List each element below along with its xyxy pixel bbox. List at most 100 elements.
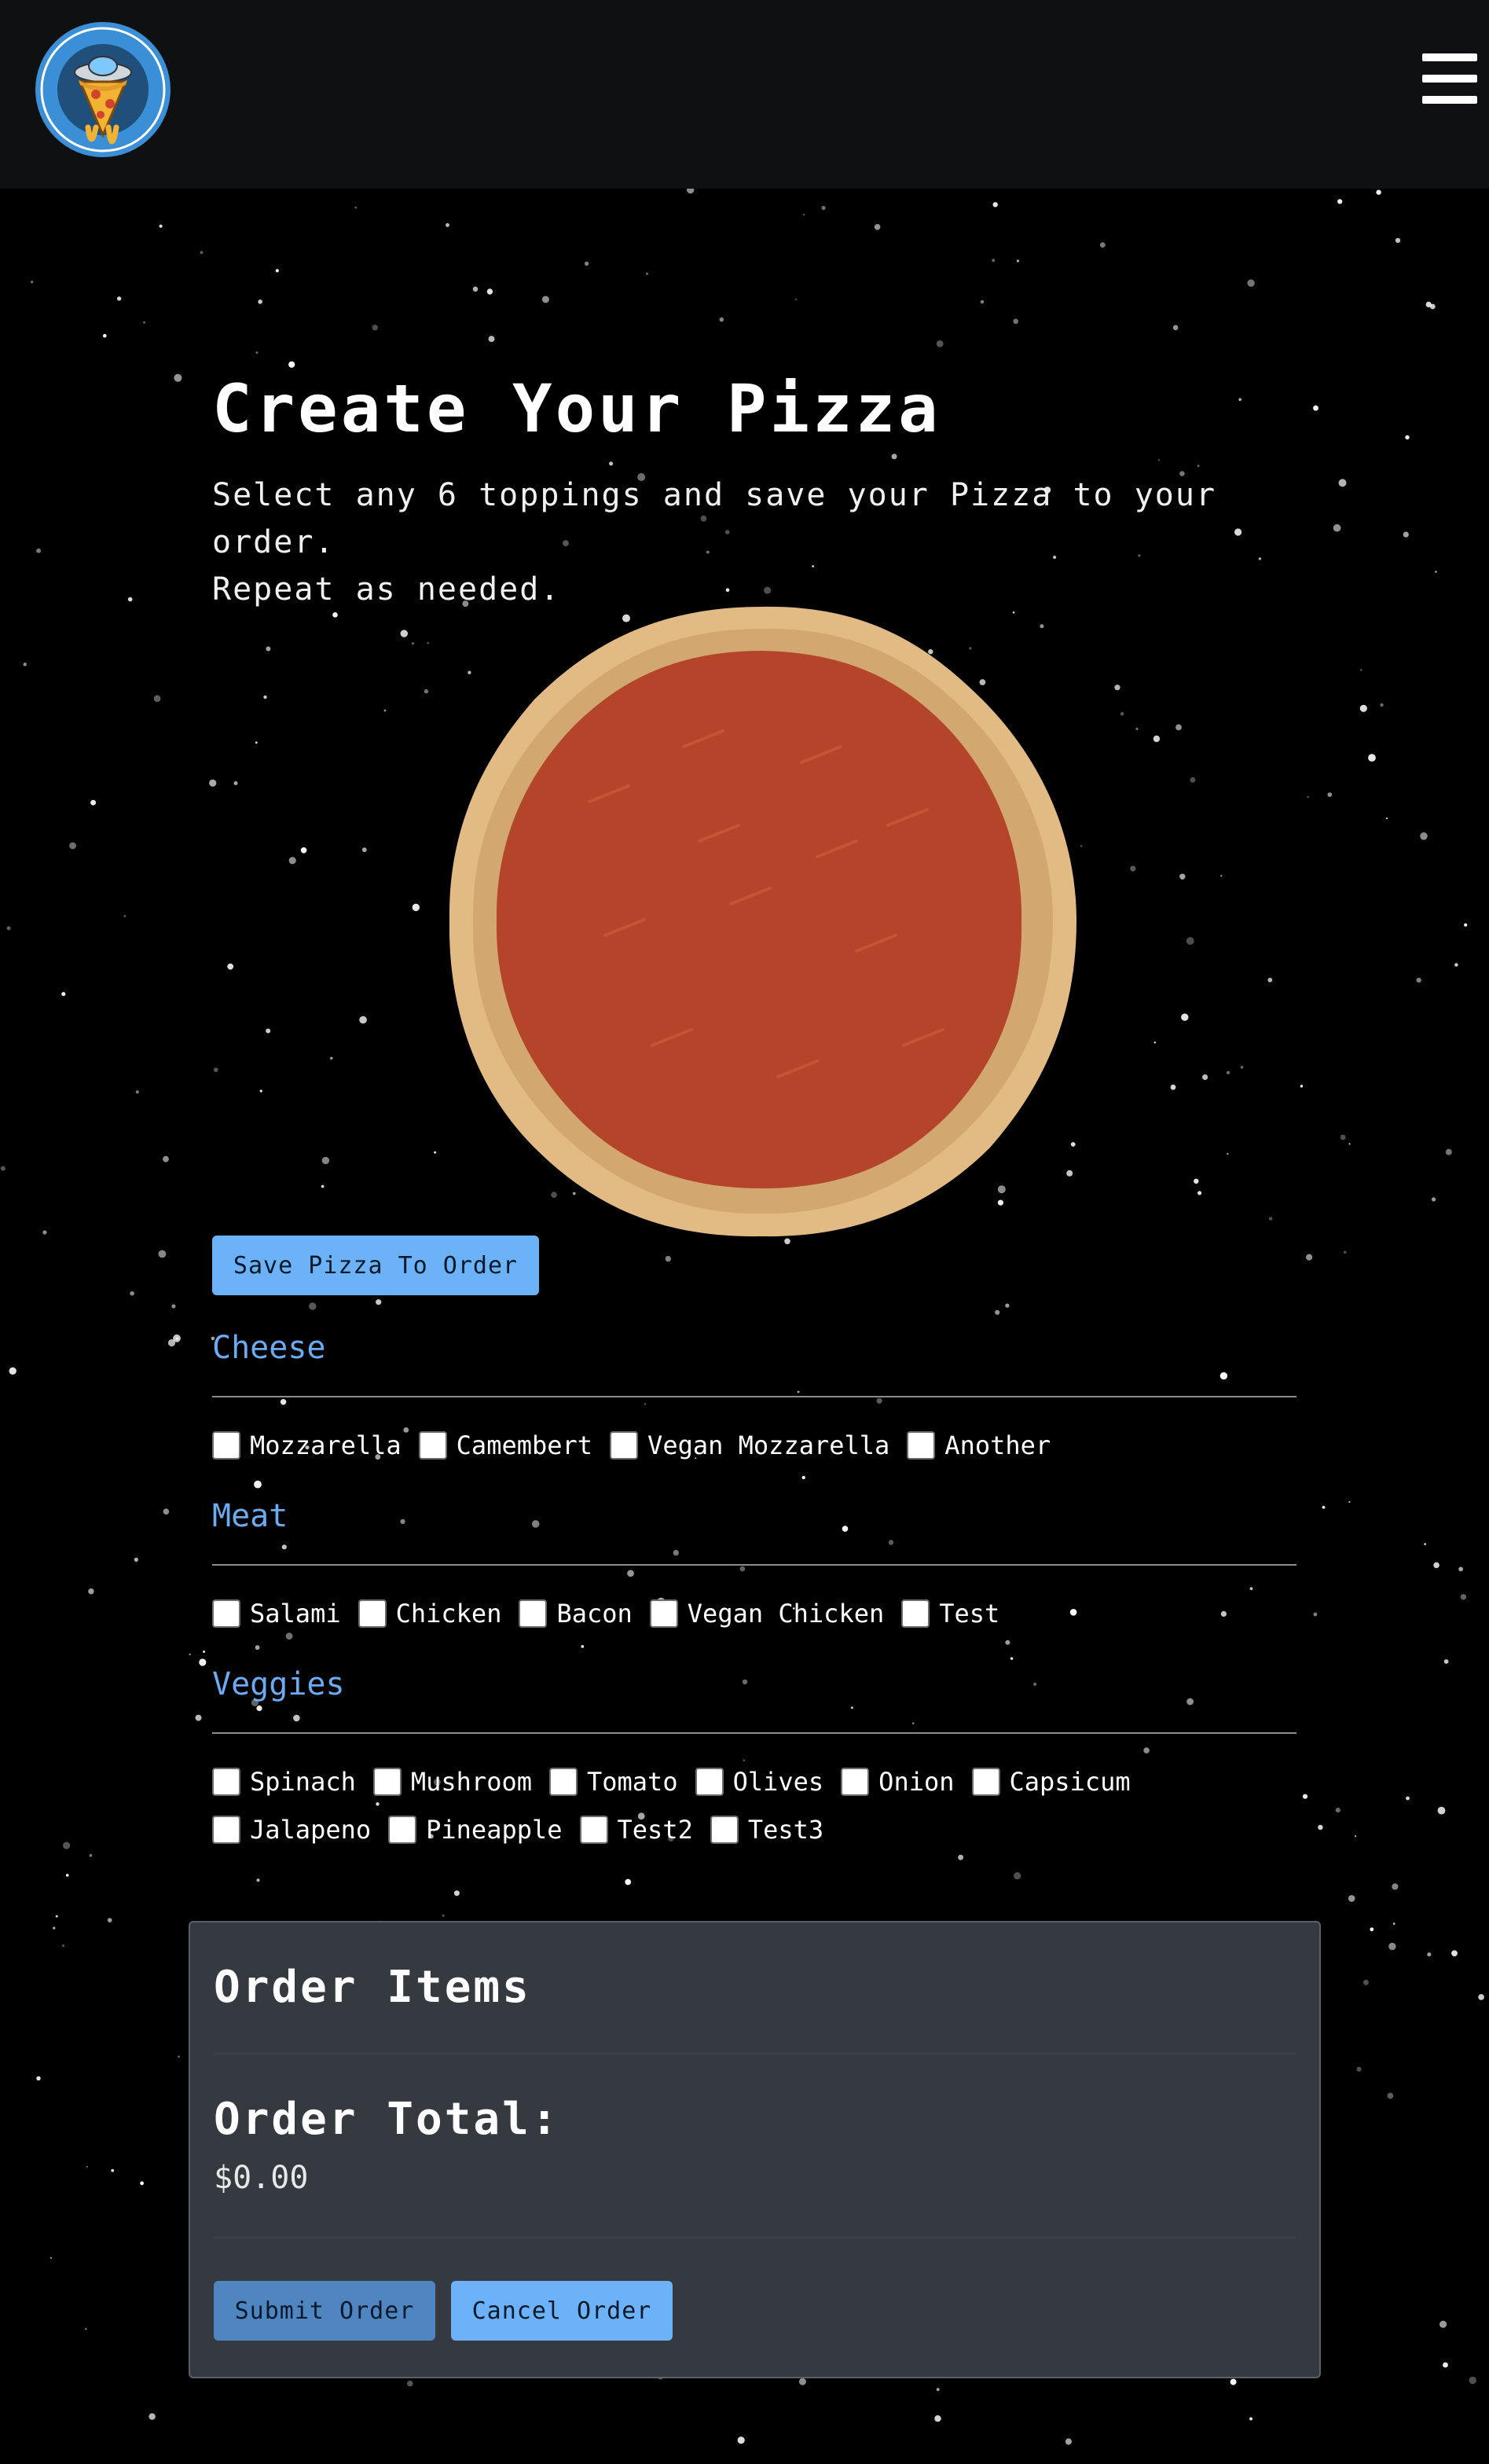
subtitle-line-1: Select any 6 toppings and save your Pizz… xyxy=(212,477,1217,560)
page-subtitle: Select any 6 toppings and save your Pizz… xyxy=(212,472,1296,613)
star xyxy=(400,630,408,637)
star xyxy=(23,663,27,666)
star xyxy=(1392,1922,1395,1925)
topping-label: Chicken xyxy=(395,1599,502,1629)
star xyxy=(107,1918,112,1922)
star xyxy=(1135,727,1139,731)
star xyxy=(1327,792,1333,797)
star xyxy=(1370,1927,1374,1932)
page-title: Create Your Pizza xyxy=(212,370,941,447)
topping-checkbox[interactable] xyxy=(548,1768,578,1796)
topping-option[interactable]: Spinach xyxy=(212,1761,356,1803)
topping-option[interactable]: Test xyxy=(901,1592,999,1635)
star xyxy=(936,2388,940,2392)
topping-option[interactable]: Test2 xyxy=(579,1809,693,1851)
cancel-order-button[interactable]: Cancel Order xyxy=(451,2281,673,2341)
logo-icon[interactable] xyxy=(33,17,173,170)
star xyxy=(1385,817,1388,820)
topping-checkbox[interactable] xyxy=(358,1599,387,1628)
topping-option[interactable]: Olives xyxy=(695,1761,823,1803)
order-items-heading: Order Items xyxy=(214,1962,531,2013)
star xyxy=(1356,2066,1362,2072)
topping-checkbox[interactable] xyxy=(971,1768,1000,1796)
star xyxy=(1005,1640,1010,1645)
star xyxy=(1300,1085,1304,1088)
star xyxy=(189,1653,191,1655)
topping-checkbox[interactable] xyxy=(901,1599,930,1628)
star xyxy=(255,351,259,354)
cheese-group: Cheese Mozzarella Camembert Vegan Mozzarel… xyxy=(212,1328,1296,1472)
topping-checkbox[interactable] xyxy=(610,1431,639,1460)
star xyxy=(309,1302,317,1310)
topping-option[interactable]: Onion xyxy=(841,1761,955,1803)
topping-checkbox[interactable] xyxy=(372,1768,402,1796)
topping-checkbox[interactable] xyxy=(519,1599,548,1628)
star xyxy=(288,361,295,368)
topping-option[interactable]: Camembert xyxy=(418,1424,592,1467)
topping-option[interactable]: Another xyxy=(907,1424,1051,1467)
submit-order-button[interactable]: Submit Order xyxy=(214,2281,435,2341)
star xyxy=(1445,1148,1452,1155)
topping-checkbox[interactable] xyxy=(907,1431,936,1460)
star xyxy=(30,281,34,284)
star xyxy=(6,926,11,931)
star xyxy=(1416,977,1421,983)
topping-checkbox[interactable] xyxy=(212,1599,240,1628)
topping-checkbox[interactable] xyxy=(388,1816,417,1844)
star xyxy=(1335,1808,1340,1813)
star xyxy=(88,1588,94,1595)
topping-option[interactable]: Salami xyxy=(212,1592,341,1635)
divider xyxy=(214,2053,1296,2055)
topping-checkbox[interactable] xyxy=(579,1816,608,1844)
star xyxy=(427,642,429,644)
topping-option[interactable]: Vegan Mozzarella xyxy=(610,1424,889,1467)
topping-option[interactable]: Jalapeno xyxy=(212,1809,371,1851)
star xyxy=(167,1338,176,1347)
topping-checkbox[interactable] xyxy=(695,1768,724,1796)
star xyxy=(153,695,161,703)
topping-label: Onion xyxy=(878,1767,955,1797)
topping-option[interactable]: Mozzarella xyxy=(212,1424,402,1467)
topping-checkbox[interactable] xyxy=(710,1816,739,1844)
topping-option[interactable]: Capsicum xyxy=(971,1761,1131,1803)
save-pizza-button[interactable]: Save Pizza To Order xyxy=(212,1236,539,1295)
star xyxy=(9,1367,17,1375)
star xyxy=(200,251,204,255)
topping-option[interactable]: Mushroom xyxy=(372,1761,532,1803)
topping-checkbox[interactable] xyxy=(841,1768,870,1796)
topping-option[interactable]: Chicken xyxy=(358,1592,502,1635)
topping-option[interactable]: Tomato xyxy=(548,1761,678,1803)
topping-checkbox[interactable] xyxy=(418,1431,447,1460)
star xyxy=(1454,963,1458,967)
star xyxy=(1380,703,1384,707)
topping-option[interactable]: Pineapple xyxy=(388,1809,563,1851)
topping-checkbox[interactable] xyxy=(212,1816,240,1844)
star xyxy=(1443,1659,1449,1664)
star xyxy=(1302,1794,1308,1799)
topping-option[interactable]: Vegan Chicken xyxy=(649,1592,884,1635)
topping-checkbox[interactable] xyxy=(649,1599,678,1628)
divider xyxy=(212,1396,1296,1397)
topping-option[interactable]: Bacon xyxy=(519,1592,633,1635)
topping-label: Test3 xyxy=(747,1815,824,1845)
menu-hamburger-icon[interactable] xyxy=(1422,53,1477,104)
order-total-label: Order Total: xyxy=(214,2094,560,2145)
divider xyxy=(212,1564,1296,1566)
star xyxy=(472,286,479,292)
star xyxy=(1181,1013,1189,1021)
star xyxy=(1322,1505,1326,1509)
topping-option[interactable]: Test3 xyxy=(710,1809,823,1851)
star xyxy=(584,261,589,266)
star xyxy=(383,709,387,712)
star xyxy=(1114,685,1120,691)
star xyxy=(1435,571,1437,573)
star xyxy=(1010,1657,1014,1660)
star xyxy=(1202,1074,1208,1081)
star xyxy=(50,2257,53,2260)
topping-checkbox[interactable] xyxy=(212,1768,240,1796)
topping-checkbox[interactable] xyxy=(212,1431,240,1460)
star xyxy=(159,224,163,228)
star xyxy=(1005,1303,1010,1308)
cheese-options: Mozzarella Camembert Vegan Mozzarella Anoth… xyxy=(212,1424,1296,1472)
topping-label: Mushroom xyxy=(410,1767,532,1797)
